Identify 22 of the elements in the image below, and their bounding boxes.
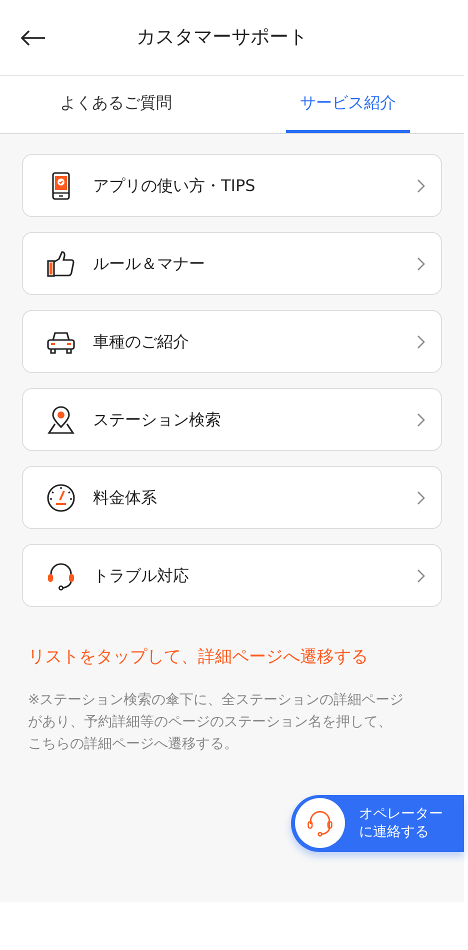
menu-item[interactable]: トラブル対応 bbox=[22, 544, 442, 607]
gauge-icon bbox=[45, 482, 77, 514]
chevron-right-icon bbox=[417, 490, 425, 504]
tab[interactable]: よくあるご質問 bbox=[46, 76, 186, 133]
menu-item[interactable]: 料金体系 bbox=[22, 466, 442, 529]
headset-icon bbox=[305, 808, 335, 838]
menu-item[interactable]: 車種のご紹介 bbox=[22, 310, 442, 373]
menu-item[interactable]: ステーション検索 bbox=[22, 388, 442, 451]
location-pin-icon bbox=[45, 404, 77, 436]
menu-item[interactable]: アプリの使い方・TIPS bbox=[22, 154, 442, 217]
back-arrow-icon bbox=[20, 30, 46, 46]
page-title: カスタマーサポート bbox=[136, 25, 308, 50]
operator-contact-button[interactable]: オペレーター に連絡する bbox=[291, 794, 464, 852]
chevron-right-icon bbox=[417, 334, 425, 348]
chevron-right-icon bbox=[417, 412, 425, 426]
note-heading: リストをタップして、詳細ページへ遷移する bbox=[27, 646, 369, 669]
chevron-right-icon bbox=[417, 256, 425, 270]
chevron-right-icon bbox=[417, 178, 425, 192]
note-text: ※ステーション検索の傘下に、全ステーションの詳細ページ があり、予約詳細等のページのステーション名を押して、 こちらの詳細ページへ遷移する。 bbox=[27, 690, 405, 754]
tab[interactable]: サービス紹介 bbox=[286, 76, 410, 133]
menu-item[interactable]: ルール＆マナー bbox=[22, 232, 442, 295]
chevron-right-icon bbox=[417, 568, 425, 582]
